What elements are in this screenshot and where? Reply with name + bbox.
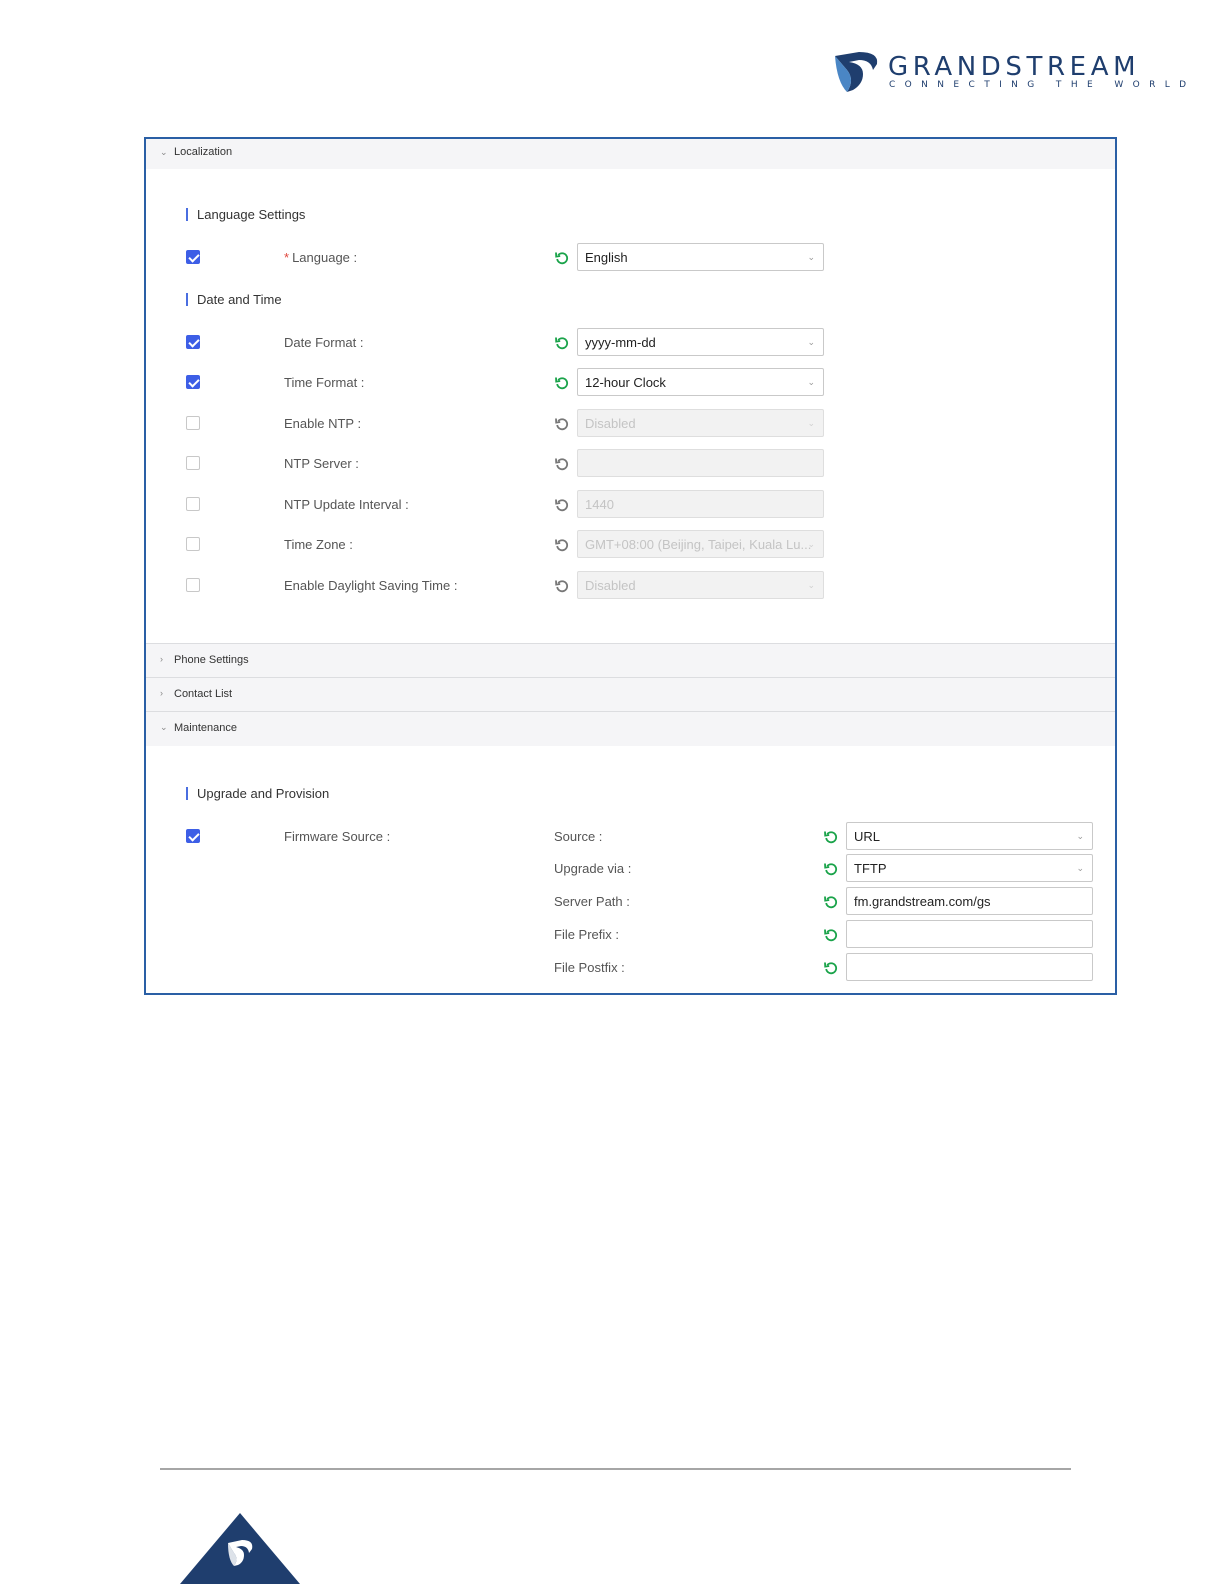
footer-rule [160,1468,1071,1470]
label-language: * Language : [284,250,358,265]
section-label: Phone Settings [174,654,249,666]
logo-wordmark: GRANDSTREAM [888,52,1141,82]
label-time-format: Time Format : [284,375,365,390]
date-format-select[interactable]: yyyy-mm-dd ⌄ [577,328,824,356]
daylight-saving-select: Disabled ⌄ [577,571,824,599]
label-time-zone: Time Zone : [284,537,353,552]
checkbox-ntp-update-interval[interactable] [186,497,200,511]
ntp-server-input [577,449,824,477]
label-server-path: Server Path : [554,894,630,909]
chevron-down-icon: ⌄ [807,580,815,590]
label-daylight-saving: Enable Daylight Saving Time : [284,578,458,593]
logo-tagline: CONNECTING THE WORLD [889,80,1196,90]
chevron-down-icon: ⌄ [160,722,168,732]
section-maintenance[interactable]: ⌄ Maintenance [146,712,1115,746]
reset-icon[interactable] [824,895,838,909]
checkbox-date-format[interactable] [186,335,200,349]
label-file-postfix: File Postfix : [554,960,625,975]
reset-icon [555,418,569,431]
language-select[interactable]: English ⌄ [577,243,824,271]
label-file-prefix: File Prefix : [554,927,620,942]
label-ntp-server: NTP Server : [284,456,359,471]
section-label: Maintenance [174,722,237,734]
reset-icon[interactable] [555,251,569,265]
enable-ntp-select: Disabled ⌄ [577,409,824,437]
chevron-down-icon: ⌄ [807,337,815,347]
checkbox-enable-ntp[interactable] [186,416,200,430]
source-select[interactable]: URL ⌄ [846,822,1093,850]
chevron-right-icon: › [160,688,163,698]
checkbox-daylight-saving[interactable] [186,578,200,592]
group-title-date-time: Date and Time [186,293,282,306]
checkbox-firmware-source[interactable] [186,829,200,843]
reset-icon [555,580,569,593]
group-title-upgrade: Upgrade and Provision [186,787,329,800]
file-prefix-input[interactable] [846,920,1093,948]
label-enable-ntp: Enable NTP : [284,416,362,431]
chevron-down-icon: ⌄ [807,377,815,387]
chevron-down-icon: ⌄ [807,418,815,428]
label-source: Source : [554,829,603,844]
section-contact-list[interactable]: › Contact List [146,678,1115,711]
section-localization[interactable]: ⌄ Localization [146,139,1115,169]
ntp-update-interval-input: 1440 [577,490,824,518]
reset-icon [555,458,569,471]
settings-panel: ⌄ Localization Language Settings * Langua… [144,137,1117,995]
chevron-right-icon: › [160,654,163,664]
time-format-select[interactable]: 12-hour Clock ⌄ [577,368,824,396]
checkbox-ntp-server[interactable] [186,456,200,470]
label-ntp-update-interval: NTP Update Interval : [284,497,409,512]
chevron-down-icon: ⌄ [1076,831,1084,841]
section-phone-settings[interactable]: › Phone Settings [146,644,1115,677]
chevron-down-icon: ⌄ [160,147,168,157]
chevron-down-icon: ⌄ [807,252,815,262]
server-path-input[interactable]: fm.grandstream.com/gs [846,887,1093,915]
checkbox-time-format[interactable] [186,375,200,389]
reset-icon [555,499,569,512]
required-mark: * [284,250,290,265]
label-upgrade-via: Upgrade via : [554,861,632,876]
time-zone-select: GMT+08:00 (Beijing, Taipei, Kuala Lu... … [577,530,824,558]
reset-icon[interactable] [824,928,838,942]
reset-icon[interactable] [824,830,838,844]
section-label: Localization [174,146,233,158]
chevron-down-icon: ⌄ [1076,863,1084,873]
chevron-down-icon: ⌄ [807,539,815,549]
reset-icon[interactable] [555,376,569,390]
checkbox-time-zone[interactable] [186,537,200,551]
reset-icon[interactable] [824,961,838,975]
label-firmware-source: Firmware Source : [284,829,391,844]
section-label: Contact List [174,688,233,700]
label-date-format: Date Format : [284,335,364,350]
reset-icon [555,539,569,552]
file-postfix-input[interactable] [846,953,1093,981]
upgrade-via-select[interactable]: TFTP ⌄ [846,854,1093,882]
grandstream-logo-icon [835,52,878,92]
footer-logo-badge [180,1513,300,1584]
grandstream-logo: GRANDSTREAM CONNECTING THE WORLD [833,50,1186,95]
reset-icon[interactable] [555,336,569,350]
reset-icon[interactable] [824,862,838,876]
group-title-language: Language Settings [186,208,305,221]
checkbox-language[interactable] [186,250,200,264]
